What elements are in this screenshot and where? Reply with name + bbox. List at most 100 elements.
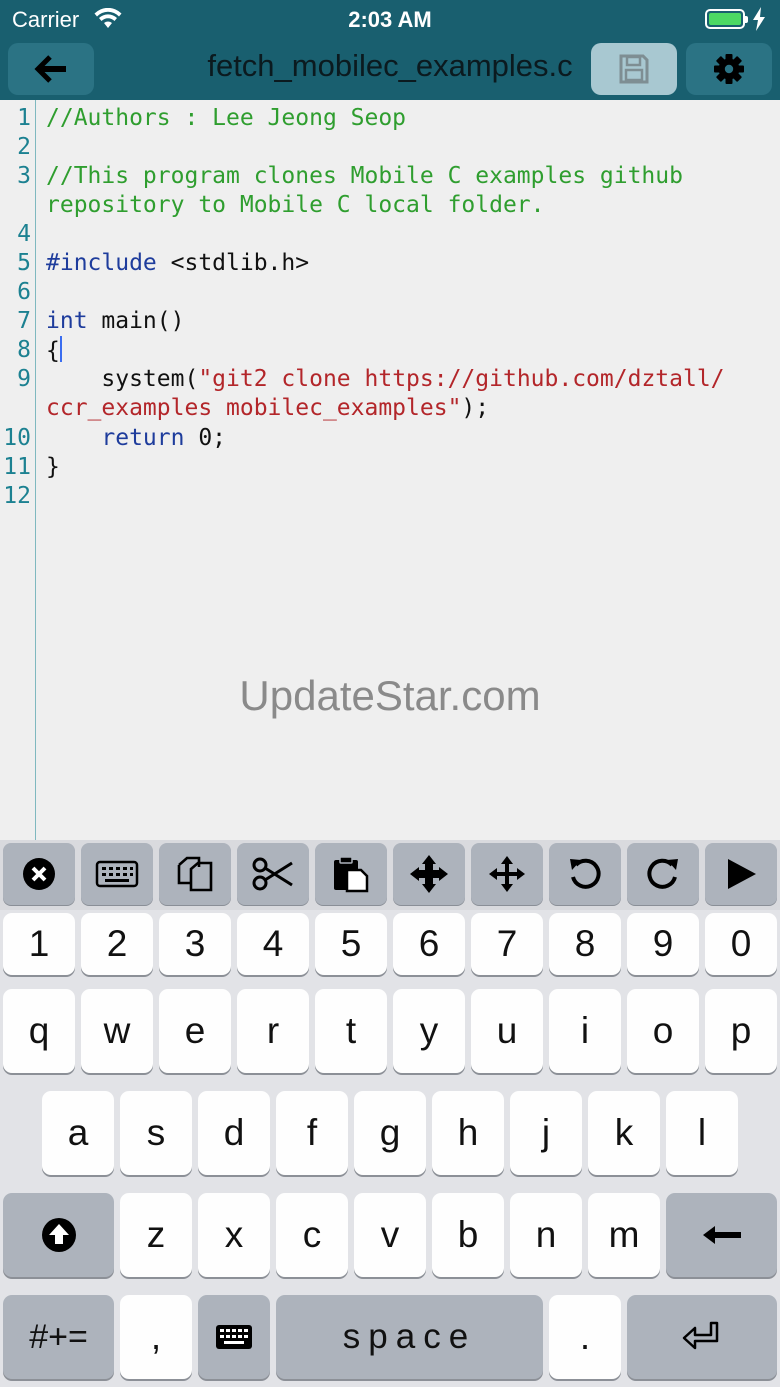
hide-keyboard-button[interactable] bbox=[81, 843, 153, 905]
cut-button[interactable] bbox=[237, 843, 309, 905]
text-cursor bbox=[59, 336, 62, 362]
key-4[interactable]: 4 bbox=[237, 913, 309, 975]
key-m[interactable]: m bbox=[588, 1193, 660, 1277]
key-w[interactable]: w bbox=[81, 989, 153, 1073]
key-e[interactable]: e bbox=[159, 989, 231, 1073]
keyboard-icon bbox=[95, 860, 139, 888]
code-text: ); bbox=[461, 395, 490, 421]
back-button[interactable] bbox=[8, 43, 94, 95]
cursor-move-button[interactable] bbox=[471, 843, 543, 905]
run-icon bbox=[728, 859, 756, 889]
code-text: main() bbox=[87, 308, 185, 334]
key-1[interactable]: 1 bbox=[3, 913, 75, 975]
period-key[interactable]: . bbox=[549, 1295, 621, 1379]
line-number: 12 bbox=[3, 483, 31, 509]
move-select-icon bbox=[410, 855, 448, 893]
status-bar: Carrier 2:03 AM bbox=[0, 0, 780, 40]
key-h[interactable]: h bbox=[432, 1091, 504, 1175]
charging-icon bbox=[753, 7, 765, 31]
comma-key[interactable]: , bbox=[120, 1295, 192, 1379]
backspace-key[interactable] bbox=[666, 1193, 777, 1277]
code-line: //Authors : Lee Jeong Seop bbox=[46, 105, 407, 131]
code-string: ccr_examples mobilec_examples" bbox=[46, 395, 462, 421]
undo-button[interactable] bbox=[549, 843, 621, 905]
key-f[interactable]: f bbox=[276, 1091, 348, 1175]
key-n[interactable]: n bbox=[510, 1193, 582, 1277]
code-line: } bbox=[46, 454, 60, 480]
backspace-arrow-icon bbox=[702, 1226, 741, 1244]
key-c[interactable]: c bbox=[276, 1193, 348, 1277]
key-i[interactable]: i bbox=[549, 989, 621, 1073]
symbols-key[interactable]: #+= bbox=[3, 1295, 114, 1379]
return-icon bbox=[682, 1321, 719, 1350]
code-editor[interactable]: 1 2 3 4 5 6 7 8 9 10 11 12 //Authors : L… bbox=[0, 100, 780, 840]
line-number: 1 bbox=[17, 105, 31, 131]
key-6[interactable]: 6 bbox=[393, 913, 465, 975]
line-number: 10 bbox=[3, 425, 31, 451]
key-b[interactable]: b bbox=[432, 1193, 504, 1277]
save-icon bbox=[619, 54, 649, 84]
code-line: int main() bbox=[46, 307, 184, 336]
run-button[interactable] bbox=[705, 843, 777, 905]
key-q[interactable]: q bbox=[3, 989, 75, 1073]
key-9[interactable]: 9 bbox=[627, 913, 699, 975]
code-line: repository to Mobile C local folder. bbox=[46, 192, 545, 218]
code-text: system( bbox=[46, 366, 199, 392]
shift-key[interactable] bbox=[3, 1193, 114, 1277]
code-line: { bbox=[46, 336, 62, 366]
watermark: UpdateStar.com bbox=[239, 672, 541, 719]
close-icon bbox=[23, 858, 55, 890]
key-2[interactable]: 2 bbox=[81, 913, 153, 975]
code-line: ccr_examples mobilec_examples"); bbox=[46, 394, 489, 423]
code-line: #include <stdlib.h> bbox=[46, 249, 309, 278]
code-keyword: int bbox=[46, 308, 88, 334]
key-z[interactable]: z bbox=[120, 1193, 192, 1277]
key-3[interactable]: 3 bbox=[159, 913, 231, 975]
key-8[interactable]: 8 bbox=[549, 913, 621, 975]
nav-bar: fetch_mobilec_examples.c bbox=[0, 40, 780, 100]
key-a[interactable]: a bbox=[42, 1091, 114, 1175]
line-number-gutter: 1 2 3 4 5 6 7 8 9 10 11 12 bbox=[0, 100, 36, 840]
keyboard-mode-key[interactable] bbox=[198, 1295, 270, 1379]
key-d[interactable]: d bbox=[198, 1091, 270, 1175]
clear-button[interactable] bbox=[3, 843, 75, 905]
editor-toolbar bbox=[0, 840, 780, 910]
key-7[interactable]: 7 bbox=[471, 913, 543, 975]
space-key[interactable]: space bbox=[276, 1295, 543, 1379]
battery-icon bbox=[705, 9, 748, 29]
key-s[interactable]: s bbox=[120, 1091, 192, 1175]
key-y[interactable]: y bbox=[393, 989, 465, 1073]
paste-button[interactable] bbox=[315, 843, 387, 905]
move-cursor-icon bbox=[489, 856, 525, 892]
select-move-button[interactable] bbox=[393, 843, 465, 905]
gear-icon bbox=[714, 54, 744, 84]
undo-icon bbox=[570, 858, 601, 889]
key-o[interactable]: o bbox=[627, 989, 699, 1073]
key-5[interactable]: 5 bbox=[315, 913, 387, 975]
key-0[interactable]: 0 bbox=[705, 913, 777, 975]
key-t[interactable]: t bbox=[315, 989, 387, 1073]
key-p[interactable]: p bbox=[705, 989, 777, 1073]
key-v[interactable]: v bbox=[354, 1193, 426, 1277]
code-text: 0; bbox=[184, 425, 227, 451]
settings-button[interactable] bbox=[686, 43, 772, 95]
clock: 2:03 AM bbox=[348, 7, 432, 32]
save-button[interactable] bbox=[591, 43, 677, 95]
key-x[interactable]: x bbox=[198, 1193, 270, 1277]
key-u[interactable]: u bbox=[471, 989, 543, 1073]
code-line: system("git2 clone https://github.com/dz… bbox=[46, 365, 724, 394]
code-line: return 0; bbox=[46, 424, 226, 453]
line-number: 9 bbox=[17, 366, 31, 392]
return-key[interactable] bbox=[627, 1295, 777, 1379]
key-l[interactable]: l bbox=[666, 1091, 738, 1175]
copy-button[interactable] bbox=[159, 843, 231, 905]
key-j[interactable]: j bbox=[510, 1091, 582, 1175]
code-keyword: return bbox=[101, 425, 185, 451]
redo-button[interactable] bbox=[627, 843, 699, 905]
key-g[interactable]: g bbox=[354, 1091, 426, 1175]
line-number: 2 bbox=[17, 134, 31, 160]
line-number: 8 bbox=[17, 337, 31, 363]
key-k[interactable]: k bbox=[588, 1091, 660, 1175]
key-r[interactable]: r bbox=[237, 989, 309, 1073]
